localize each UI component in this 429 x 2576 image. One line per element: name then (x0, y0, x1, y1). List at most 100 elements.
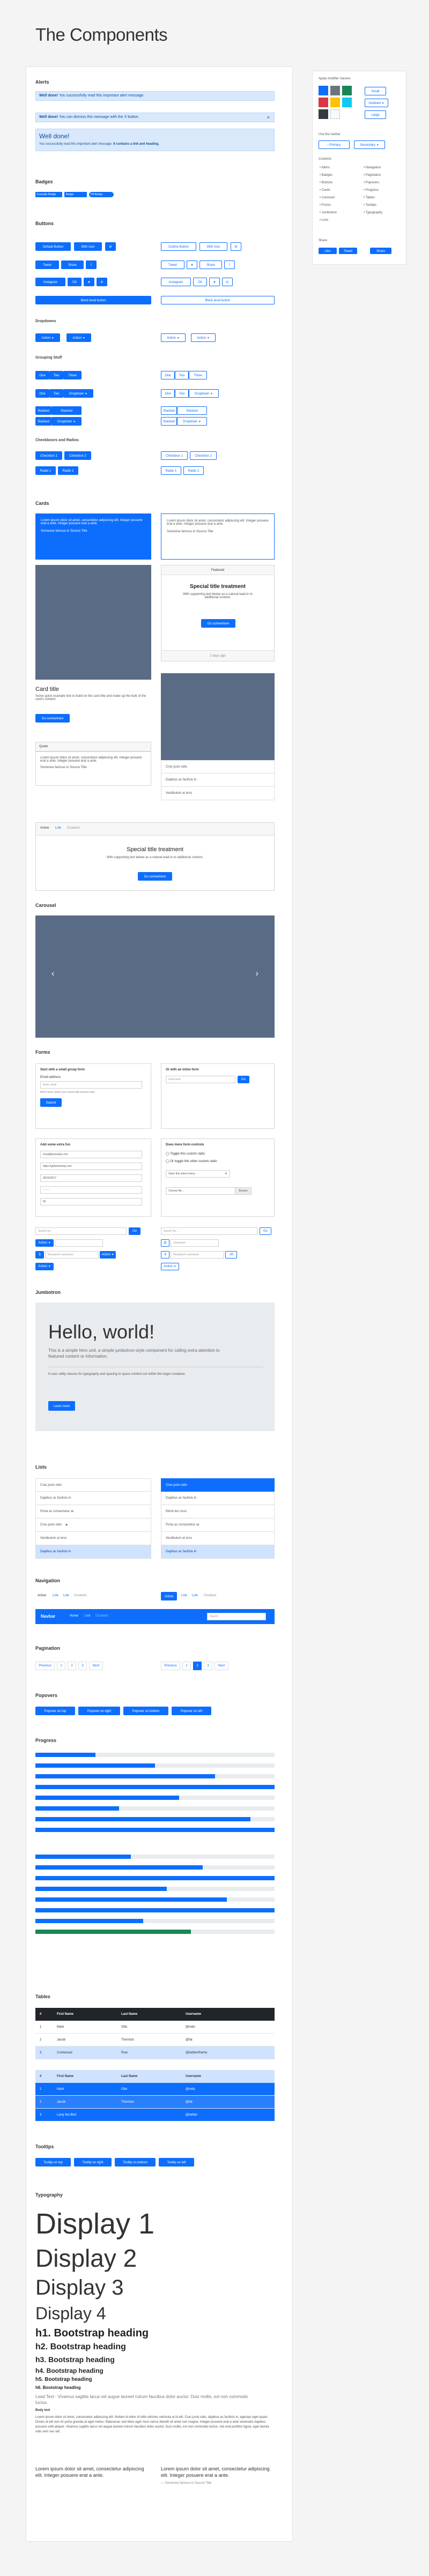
star-icon[interactable]: ★ (84, 278, 94, 286)
select-menu[interactable]: Open this select menu ▼ (166, 1170, 230, 1178)
color-swatch[interactable] (319, 98, 328, 107)
group-dropdown[interactable]: Dropdown ▼ (63, 389, 93, 398)
radio-button[interactable]: Radio 1 (35, 466, 56, 475)
contents-link[interactable]: • Tables (364, 196, 375, 199)
group-outline-two[interactable]: Two (175, 389, 189, 398)
custom-radio[interactable]: ◯ Toggle this custom radio (166, 1152, 205, 1156)
like-button[interactable]: Like (319, 248, 337, 254)
page-number[interactable]: 1 (182, 1662, 191, 1670)
dropdown-button[interactable]: Action ▼ (35, 333, 60, 342)
contents-link[interactable]: • Cards (320, 189, 330, 192)
outline-icon-button[interactable]: With Icon (199, 242, 227, 251)
tooltip-button[interactable]: Tooltip on top (35, 2158, 71, 2166)
navbar-brand[interactable]: Navbar (41, 1614, 55, 1619)
group-outline-dropdown[interactable]: Dropdown ▼ (189, 389, 219, 398)
github-outline-button[interactable]: Git (193, 278, 207, 286)
checkbox-outline-button[interactable]: Checkbox 2 (190, 451, 217, 460)
popover-button[interactable]: Popover on left (172, 1707, 211, 1715)
submit-button[interactable]: Submit (40, 1098, 62, 1107)
contents-link[interactable]: • Popovers (364, 181, 379, 184)
contents-link[interactable]: • Pagination (364, 174, 381, 177)
group-button-two[interactable]: Two (49, 371, 63, 379)
card-go-button[interactable]: Go somewhere (201, 619, 235, 628)
email-input[interactable]: Enter email (40, 1081, 142, 1089)
dropdown-outline-button[interactable]: Action ▼ (161, 333, 186, 342)
linkedin-icon[interactable]: in (97, 278, 107, 286)
tab-active[interactable]: Active (40, 827, 49, 830)
group-button-one[interactable]: One (35, 371, 49, 379)
nav-link[interactable]: Link (181, 1594, 187, 1597)
option-outlined[interactable]: Outlined ▼ (365, 99, 388, 107)
stacked-outline-button[interactable]: Stacked (161, 417, 177, 426)
dropdown-outline-button[interactable]: Action ▼ (191, 333, 216, 342)
date-field[interactable]: 06/15/2017 (40, 1174, 142, 1182)
nav-link[interactable]: Link (192, 1594, 198, 1597)
color-swatch[interactable] (330, 98, 340, 107)
page-number[interactable]: 2 (68, 1662, 76, 1670)
addon-dropdown[interactable]: Action ▼ (35, 1239, 54, 1247)
group-button-one[interactable]: One (35, 389, 49, 398)
email-field[interactable]: email@example.com (40, 1151, 142, 1158)
tooltip-button[interactable]: Tooltip on right (74, 2158, 112, 2166)
addon-dropdown-outline[interactable]: Action ▼ (161, 1263, 179, 1270)
checkbox-outline-button[interactable]: Checkbox 1 (161, 451, 188, 460)
color-swatch[interactable] (319, 86, 328, 95)
stacked-dropdown[interactable]: Dropdown ▼ (51, 417, 82, 426)
stacked-button[interactable]: Stacked (51, 406, 82, 415)
radio-button[interactable]: Radio 2 (58, 466, 78, 475)
stacked-outline-button[interactable]: Stacked (161, 406, 177, 415)
instagram-outline-button[interactable]: Instagram (161, 278, 191, 286)
color-swatch[interactable] (319, 109, 328, 119)
icon-button[interactable]: With Icon (74, 242, 102, 251)
card-go-button[interactable]: Go somewhere (35, 714, 70, 723)
tooltip-button[interactable]: Tooltip on left (159, 2158, 194, 2166)
list-item-highlighted[interactable]: Dapibus ac facilisis in (35, 1545, 151, 1559)
chevron-right-icon[interactable]: › (256, 969, 258, 979)
popover-button[interactable]: Popover on right (78, 1707, 120, 1715)
facebook-icon[interactable]: f (224, 260, 235, 269)
star-icon[interactable]: ★ (209, 278, 220, 286)
list-item[interactable]: Cras justo odio (35, 1478, 151, 1492)
nav-link[interactable]: Link (53, 1594, 58, 1597)
list-item[interactable]: Porta ac consectetur ac (35, 1505, 151, 1518)
contents-link[interactable]: • Progress (364, 189, 379, 192)
group-outline-one[interactable]: One (161, 389, 175, 398)
page-previous[interactable]: Previous (35, 1662, 55, 1670)
tweet-outline-button[interactable]: Tweet (161, 260, 184, 269)
search-input[interactable]: Search for... (161, 1227, 257, 1235)
color-swatch[interactable] (342, 86, 352, 95)
popover-button[interactable]: Popover on top (35, 1707, 75, 1715)
color-swatch[interactable] (342, 98, 352, 107)
stacked-button[interactable]: Stacked (35, 417, 51, 426)
go-button[interactable]: Go (238, 1076, 249, 1083)
tweet-button[interactable]: Tweet (35, 260, 59, 269)
share-outline-button[interactable]: Share (199, 260, 222, 269)
contents-link[interactable]: • Alerts (320, 166, 330, 169)
list-item[interactable]: Morbi leo risus (161, 1505, 275, 1518)
checkbox-button[interactable]: Checkbox 2 (64, 451, 91, 460)
custom-radio[interactable]: ◯ Or toggle this other custom radio (166, 1159, 217, 1163)
nav-pill-active[interactable]: Active (161, 1592, 177, 1600)
color-swatch[interactable] (330, 109, 340, 119)
page-number[interactable]: 1 (57, 1662, 65, 1670)
list-item[interactable]: Vestibulum at eros (161, 1532, 275, 1545)
addon-dropdown[interactable]: Action ▼ (35, 1263, 54, 1270)
github-button[interactable]: Git (68, 278, 82, 286)
instagram-button[interactable]: Instagram (35, 278, 65, 286)
gear-icon[interactable]: ⚙ (105, 242, 116, 251)
navbar-link[interactable]: Home (70, 1614, 78, 1618)
recipient-input[interactable]: Recipient's username (171, 1251, 224, 1259)
stacked-button[interactable]: Stacked (35, 406, 51, 415)
learn-more-button[interactable]: Learn more (48, 1401, 75, 1411)
tooltip-button[interactable]: Tooltip on bottom (115, 2158, 156, 2166)
number-field[interactable]: 50 (40, 1198, 142, 1205)
nav-active[interactable]: Active (38, 1594, 46, 1597)
contents-link[interactable]: • Tooltips (364, 204, 376, 207)
gear-icon[interactable]: ⚙ (231, 242, 241, 251)
page-number[interactable]: 3 (204, 1662, 212, 1670)
group-button-two[interactable]: Two (49, 389, 63, 398)
share-button[interactable]: Share (61, 260, 84, 269)
page-previous[interactable]: Previous (161, 1662, 180, 1670)
search-go-button[interactable]: Go (129, 1227, 140, 1235)
close-icon[interactable]: × (267, 113, 270, 122)
